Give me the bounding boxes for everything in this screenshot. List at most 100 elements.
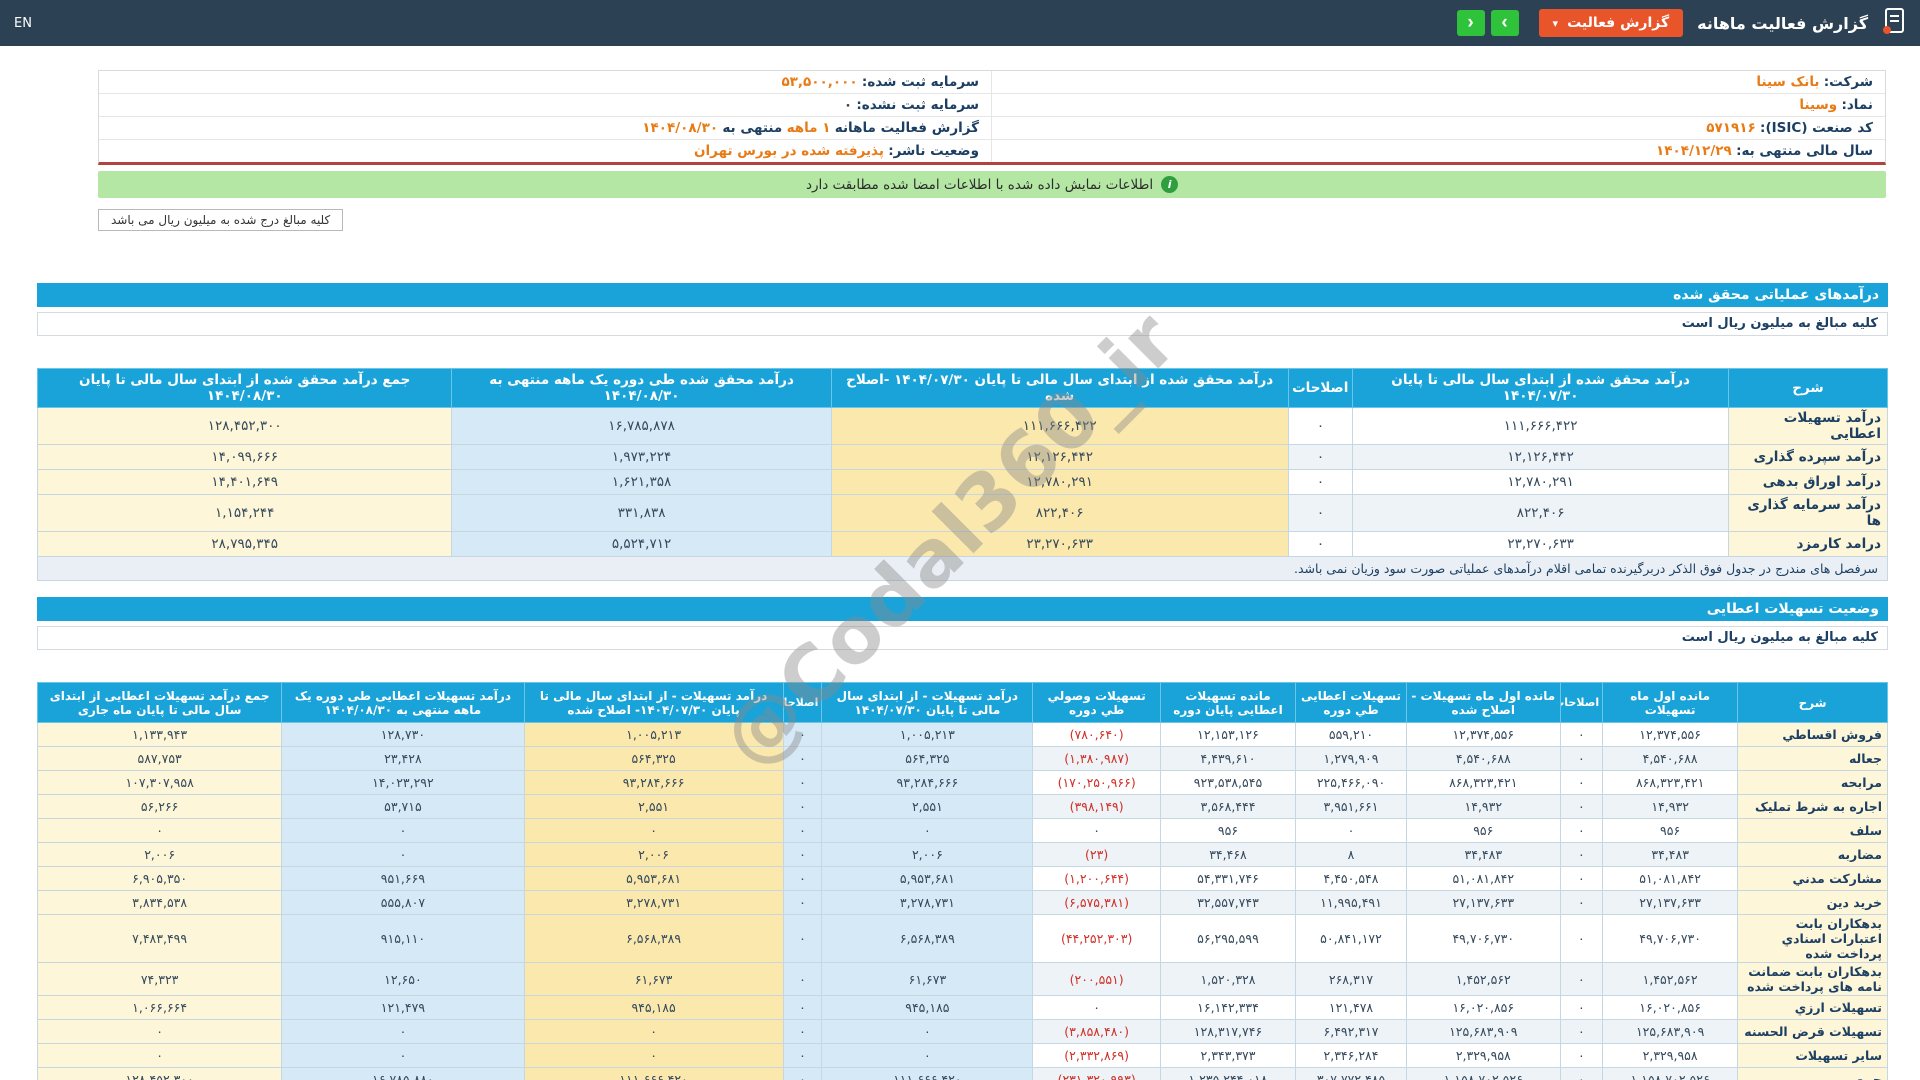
period-label: گزارش فعالیت ماهانه [834,120,979,136]
value-cell: ۰ [782,1043,823,1068]
row-label: درآمد اوراق بدهی [1727,469,1889,495]
value-cell: ۴,۴۵۰,۵۴۸ [1295,866,1408,891]
value-cell: ۳۳۱,۸۳۸ [451,494,832,532]
value-cell: (۲,۳۳۲,۸۶۹) [1032,1043,1161,1068]
value-cell: (۱,۳۸۰,۹۸۷) [1032,746,1161,771]
value-cell: ۸ [1295,842,1408,867]
value-cell: ۶۱,۶۷۳ [523,962,784,996]
value-cell: ۲,۰۰۶ [36,842,283,867]
value-cell: ۲,۵۵۱ [821,794,1034,819]
value-cell: ۱۲,۱۲۶,۴۴۲ [1352,444,1729,470]
value-cell: ۸۶۸,۳۲۳,۴۲۱ [1406,770,1561,795]
value-cell: ۰ [782,1067,823,1080]
report-type-dropdown[interactable]: گزارش فعالیت ▾ [1538,9,1684,37]
info-registered-capital: سرمایه ثبت شده: ۵۳,۵۰۰,۰۰۰ [99,71,992,93]
value-cell: ۰ [1032,995,1161,1020]
info-unregistered-capital: سرمایه ثبت نشده: ۰ [99,94,992,116]
value-cell: ۲,۳۲۹,۹۵۸ [1406,1043,1561,1068]
row-label: سایر تسهیلات [1737,1043,1888,1068]
unregistered-capital-value: ۰ [843,97,853,113]
value-cell: ۱۴,۰۲۳,۲۹۲ [281,770,525,795]
value-cell: ۰ [281,1019,525,1044]
value-cell: ۱,۱۵۸,۷۰۲,۵۲۶ [1602,1067,1739,1080]
value-cell: ۵۶,۲۶۶ [36,794,283,819]
revenue-table-row: درآمد سپرده گذاری ۱۲,۱۲۶,۴۴۲ ۰ ۱۲,۱۲۶,۴۴… [36,444,1889,470]
value-c ell: ۵۶,۲۹۵,۵۹۹ [1159,914,1297,963]
value-cell: ۳۴,۴۸۳ [1602,842,1739,867]
col-header: اصلاحات [782,682,823,723]
value-cell: ۲۳,۲۷۰,۶۳۳ [1352,531,1729,557]
value-cell: ۶۱,۶۷۳ [821,962,1034,996]
value-cell: ۵۱,۰۸۱,۸۴۲ [1406,866,1561,891]
value-cell: ۱,۰۶۶,۶۶۴ [36,995,283,1020]
value-cell: ۱,۰۰۵,۲۱۳ [821,722,1034,747]
value-cell: ۰ [1559,962,1604,996]
value-cell: (۶,۵۷۵,۳۸۱) [1032,890,1161,915]
value-cell: ۰ [523,818,784,843]
value-c ell: ۹۲۳,۵۳۸,۵۴۵ [1159,770,1297,795]
info-row: شرکت: بانک سینا سرمایه ثبت شده: ۵۳,۵۰۰,۰… [99,71,1885,93]
language-toggle[interactable]: EN [14,16,32,31]
company-label: شرکت: [1823,74,1873,90]
value-cell: ۹۳,۲۸۴,۶۶۶ [821,770,1034,795]
prev-report-button[interactable]: ‹ [1456,10,1485,36]
value-cell: ۶,۴۹۲,۳۱۷ [1295,1019,1408,1044]
value-cell: ۰ [782,866,823,891]
value-cell: ۰ [1559,842,1604,867]
value-cell: ۱۲۱,۴۷۸ [1295,995,1408,1020]
company-link[interactable]: بانک سینا [1756,74,1819,90]
report-type-label: گزارش فعالیت [1567,15,1670,31]
row-label: فروش اقساطي [1737,722,1888,747]
section-title: وضعیت تسهیلات اعطایی [1706,601,1879,617]
value-cell: ۱۲,۱۲۶,۴۴۲ [830,444,1289,470]
period-end-date: ۱۴۰۴/۰۸/۳۰ [642,120,719,136]
chevron-right-icon: › [1501,12,1508,33]
value-cell: (۱۷۰,۲۵۰,۹۶۶) [1032,770,1161,795]
next-report-button[interactable]: › [1490,10,1519,36]
value-cell: ۱۲,۳۷۴,۵۵۶ [1406,722,1561,747]
page-title: گزارش فعالیت ماهانه [1697,13,1868,33]
value-cell: ۲۲۵,۴۶۶,۰۹۰ [1295,770,1408,795]
row-label: اجاره به شرط تملیک [1737,794,1888,819]
revenue-header-row: شرح درآمد محقق شده از ابتدای سال مالی تا… [36,368,1889,408]
loans-header-row: شرح مانده اول ماه تسهیلات اصلاحات مانده … [36,682,1888,723]
isic-label: کد صنعت (ISIC): [1760,120,1873,136]
value-cell: ۹۳,۲۸۴,۶۶۶ [523,770,784,795]
col-header: مانده تسهیلات اعطایی پایان دوره [1159,682,1297,723]
value-cell: ۵۰,۸۴۱,۱۷۲ [1295,914,1408,963]
value-cell: ۴,۵۴۰,۶۸۸ [1406,746,1561,771]
value-cell: ۲,۵۵۱ [523,794,784,819]
value-cell: ۱,۰۰۵,۲۱۳ [523,722,784,747]
value-c ell: ۴,۴۳۹,۶۱۰ [1159,746,1297,771]
value-c ell: ۳۲,۵۵۷,۷۴۳ [1159,890,1297,915]
value-cell: ۰ [1559,794,1604,819]
value-cell: ۰ [1559,746,1604,771]
report-info-card: شرکت: بانک سینا سرمایه ثبت شده: ۵۳,۵۰۰,۰… [98,70,1886,165]
symbol-label: نماد: [1841,97,1873,113]
value-cell: ۲۶۸,۳۱۷ [1295,962,1408,996]
value-cell: ۱۲,۷۸۰,۲۹۱ [1352,469,1729,495]
value-cell: (۲۳) [1032,842,1161,867]
value-cell: ۵,۹۵۳,۶۸۱ [523,866,784,891]
value-cell: ۱۴,۹۳۲ [1602,794,1739,819]
period-length: ۱ ماهه [786,120,831,136]
value-c ell: ۱,۲۳۵,۲۴۴,۰۱۸ [1159,1067,1297,1080]
value-cell: ۹۴۵,۱۸۵ [821,995,1034,1020]
value-cell: ۷۴,۳۲۳ [36,962,283,996]
value-cell: ۵۶۴,۳۲۵ [523,746,784,771]
value-cell: ۱۲۸,۷۳۰ [281,722,525,747]
row-label: تسهیلات ارزي [1737,995,1888,1020]
value-cell: (۲۰۰,۵۵۱) [1032,962,1161,996]
loans-table-row: مضاربه ۳۴,۴۸۳ ۰ ۳۴,۴۸۳ ۸ ۳۴,۴۶۸ (۲۳) ۲,۰… [36,842,1888,867]
loans-table-row: سایر تسهیلات ۲,۳۲۹,۹۵۸ ۰ ۲,۳۲۹,۹۵۸ ۲,۳۴۶… [36,1043,1888,1068]
value-cell: ۰ [1559,914,1604,963]
value-cell: ۰ [782,962,823,996]
value-cell: ۰ [782,995,823,1020]
value-cell: ۵۸۷,۷۵۳ [36,746,283,771]
codal-monthly-activity-report-page: گزارش فعالیت ماهانه گزارش فعالیت ▾ › ‹ E… [0,0,1920,1080]
col-header: مانده اول ماه تسهیلات [1602,682,1739,723]
value-cell: ۱,۲۷۹,۹۰۹ [1295,746,1408,771]
loans-table-row: خرید دین ۲۷,۱۳۷,۶۳۳ ۰ ۲۷,۱۳۷,۶۳۳ ۱۱,۹۹۵,… [36,890,1888,915]
row-label: مشارکت مدني [1737,866,1888,891]
loans-table-row: بدهکاران بابت اعتبارات اسنادي پرداخت شده… [36,914,1888,963]
